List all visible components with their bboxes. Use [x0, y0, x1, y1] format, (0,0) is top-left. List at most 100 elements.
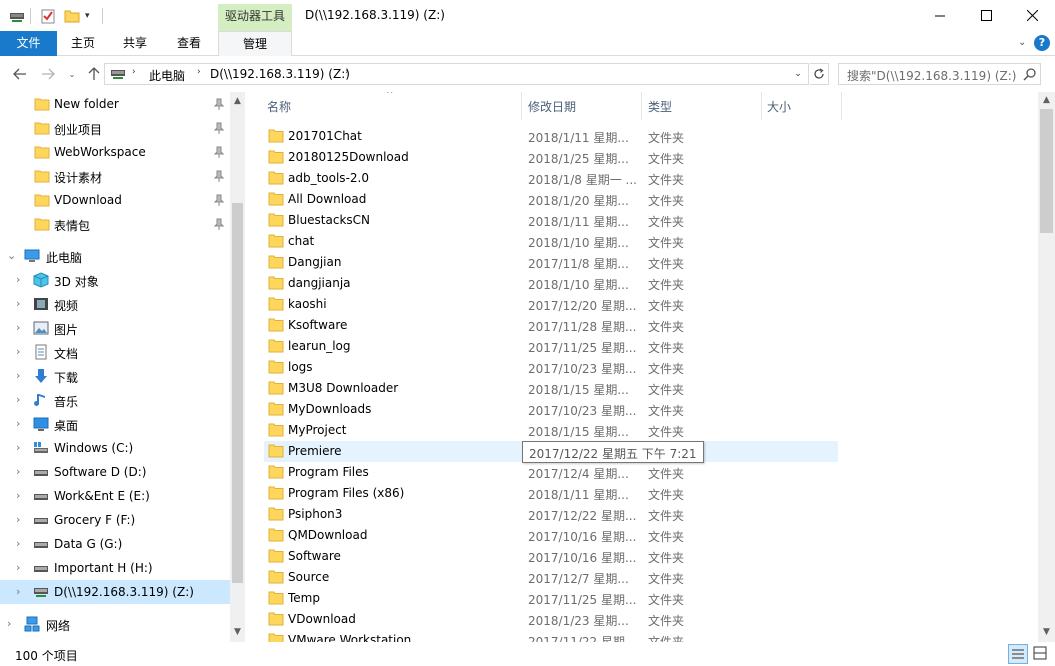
file-row[interactable]: M3U8 Downloader 2018/1/15 星期... 文件夹 [264, 378, 838, 399]
file-row[interactable]: Dangjian 2017/11/8 星期... 文件夹 [264, 252, 838, 273]
nav-item-drive-f[interactable]: › Grocery F (F:) [0, 508, 230, 532]
scrollbar-thumb[interactable] [1040, 109, 1053, 233]
expand-chevron-icon[interactable]: › [16, 561, 26, 574]
scroll-down-arrow-icon[interactable]: ▼ [230, 625, 245, 640]
column-header-type[interactable]: 类型 [648, 98, 672, 115]
nav-item-documents[interactable]: › 文档 [0, 340, 230, 364]
expand-chevron-icon[interactable]: › [16, 441, 26, 454]
nav-item-drive-g[interactable]: › Data G (G:) [0, 532, 230, 556]
nav-item-vdownload[interactable]: VDownload [0, 188, 230, 212]
column-divider[interactable] [841, 92, 842, 120]
nav-item-this-pc[interactable]: ⌄ 此电脑 [0, 244, 230, 268]
file-row[interactable]: kaoshi 2017/12/20 星期... 文件夹 [264, 294, 838, 315]
up-button[interactable] [86, 66, 102, 82]
nav-item-drive-h[interactable]: › Important H (H:) [0, 556, 230, 580]
file-row[interactable]: Program Files 2017/12/4 星期... 文件夹 [264, 462, 838, 483]
expand-chevron-icon[interactable]: › [16, 489, 26, 502]
tab-share[interactable]: 共享 [116, 31, 154, 56]
expand-chevron-icon[interactable]: › [16, 369, 26, 382]
nav-item-music[interactable]: › 音乐 [0, 388, 230, 412]
nav-item-design-assets[interactable]: 设计素材 [0, 164, 230, 188]
nav-item-3d-objects[interactable]: › 3D 对象 [0, 268, 230, 292]
column-header-size[interactable]: 大小 [767, 98, 791, 115]
nav-item-pictures[interactable]: › 图片 [0, 316, 230, 340]
large-icons-view-button[interactable] [1031, 644, 1051, 664]
file-row[interactable]: Temp 2017/11/25 星期... 文件夹 [264, 588, 838, 609]
expand-chevron-icon[interactable]: › [7, 617, 17, 630]
properties-icon[interactable] [40, 7, 56, 25]
column-divider[interactable] [761, 92, 762, 120]
nav-item-drive-e[interactable]: › Work&Ent E (E:) [0, 484, 230, 508]
tab-home[interactable]: 主页 [64, 31, 102, 56]
nav-item-new-folder[interactable]: New folder [0, 92, 230, 116]
details-view-button[interactable] [1008, 644, 1028, 664]
file-row[interactable]: BluestacksCN 2018/1/11 星期... 文件夹 [264, 210, 838, 231]
scroll-up-arrow-icon[interactable]: ▲ [230, 94, 245, 109]
file-row[interactable]: VMware Workstation 2017/11/22 星期... 文件夹 [264, 630, 838, 642]
nav-item-downloads[interactable]: › 下载 [0, 364, 230, 388]
file-row[interactable]: MyProject 2018/1/15 星期... 文件夹 [264, 420, 838, 441]
expand-chevron-icon[interactable]: › [16, 465, 26, 478]
expand-chevron-icon[interactable]: › [16, 345, 26, 358]
scroll-down-arrow-icon[interactable]: ▼ [1039, 625, 1054, 640]
refresh-button[interactable] [810, 63, 829, 85]
scroll-up-arrow-icon[interactable]: ▲ [1039, 93, 1054, 108]
ribbon-expand-icon[interactable]: ⌄ [1018, 37, 1026, 48]
file-row[interactable]: VDownload 2018/1/23 星期... 文件夹 [264, 609, 838, 630]
tab-file[interactable]: 文件 [0, 31, 57, 56]
tab-manage[interactable]: 管理 [218, 31, 292, 57]
expand-chevron-icon[interactable]: › [16, 297, 26, 310]
file-row[interactable]: Software 2017/10/16 星期... 文件夹 [264, 546, 838, 567]
expand-chevron-icon[interactable]: › [16, 585, 26, 598]
file-list-scrollbar[interactable]: ▲ ▼ [1038, 92, 1055, 642]
new-folder-icon[interactable] [64, 7, 80, 25]
file-row[interactable]: learun_log 2017/11/25 星期... 文件夹 [264, 336, 838, 357]
pin-icon[interactable] [214, 146, 224, 158]
file-row[interactable]: chat 2018/1/10 星期... 文件夹 [264, 231, 838, 252]
recent-locations-button[interactable]: ⌄ [64, 66, 80, 82]
expand-chevron-icon[interactable]: › [16, 513, 26, 526]
file-row[interactable]: 201701Chat 2018/1/11 星期... 文件夹 [264, 126, 838, 147]
customize-qa-icon[interactable]: ▾ [85, 7, 90, 25]
file-row[interactable]: Ksoftware 2017/11/28 星期... 文件夹 [264, 315, 838, 336]
file-row[interactable]: logs 2017/10/23 星期... 文件夹 [264, 357, 838, 378]
column-header-date[interactable]: 修改日期 [528, 98, 576, 115]
nav-item-windows-c[interactable]: › Windows (C:) [0, 436, 230, 460]
nav-item-network[interactable]: › 网络 [0, 612, 230, 636]
minimize-button[interactable] [917, 0, 963, 31]
expand-chevron-icon[interactable]: › [16, 537, 26, 550]
scrollbar-thumb[interactable] [232, 203, 243, 583]
file-row[interactable]: Program Files (x86) 2018/1/11 星期... 文件夹 [264, 483, 838, 504]
pin-icon[interactable] [214, 218, 224, 230]
tab-view[interactable]: 查看 [170, 31, 208, 56]
nav-pane-scrollbar[interactable]: ▲ ▼ [230, 92, 245, 642]
column-divider[interactable] [641, 92, 642, 120]
pin-icon[interactable] [214, 170, 224, 182]
file-row[interactable]: dangjianja 2018/1/10 星期... 文件夹 [264, 273, 838, 294]
column-header-name[interactable]: 名称 [267, 98, 291, 115]
nav-item-webworkspace[interactable]: WebWorkspace [0, 140, 230, 164]
file-row[interactable]: All Download 2018/1/20 星期... 文件夹 [264, 189, 838, 210]
nav-item-startup-projects[interactable]: 创业项目 [0, 116, 230, 140]
collapse-chevron-icon[interactable]: ⌄ [7, 249, 17, 262]
breadcrumb-this-pc[interactable]: 此电脑 [149, 67, 185, 84]
pin-icon[interactable] [214, 194, 224, 206]
nav-item-videos[interactable]: › 视频 [0, 292, 230, 316]
breadcrumb-current-drive[interactable]: D(\\192.168.3.119) (Z:) [210, 67, 350, 81]
pin-icon[interactable] [214, 122, 224, 134]
expand-chevron-icon[interactable]: › [16, 393, 26, 406]
maximize-button[interactable] [963, 0, 1009, 31]
file-row[interactable]: adb_tools-2.0 2018/1/8 星期一 ... 文件夹 [264, 168, 838, 189]
expand-chevron-icon[interactable]: › [16, 417, 26, 430]
close-button[interactable] [1009, 0, 1055, 31]
column-divider[interactable] [521, 92, 522, 120]
back-button[interactable] [12, 66, 28, 82]
search-box[interactable]: 搜索"D(\\192.168.3.119) (Z:)" [838, 63, 1041, 85]
forward-button[interactable] [40, 66, 56, 82]
address-dropdown-button[interactable]: ⌄ [788, 64, 808, 84]
nav-item-desktop[interactable]: › 桌面 [0, 412, 230, 436]
file-row[interactable]: 20180125Download 2018/1/25 星期... 文件夹 [264, 147, 838, 168]
file-row[interactable]: Source 2017/12/7 星期... 文件夹 [264, 567, 838, 588]
file-row[interactable]: MyDownloads 2017/10/23 星期... 文件夹 [264, 399, 838, 420]
expand-chevron-icon[interactable]: › [16, 321, 26, 334]
